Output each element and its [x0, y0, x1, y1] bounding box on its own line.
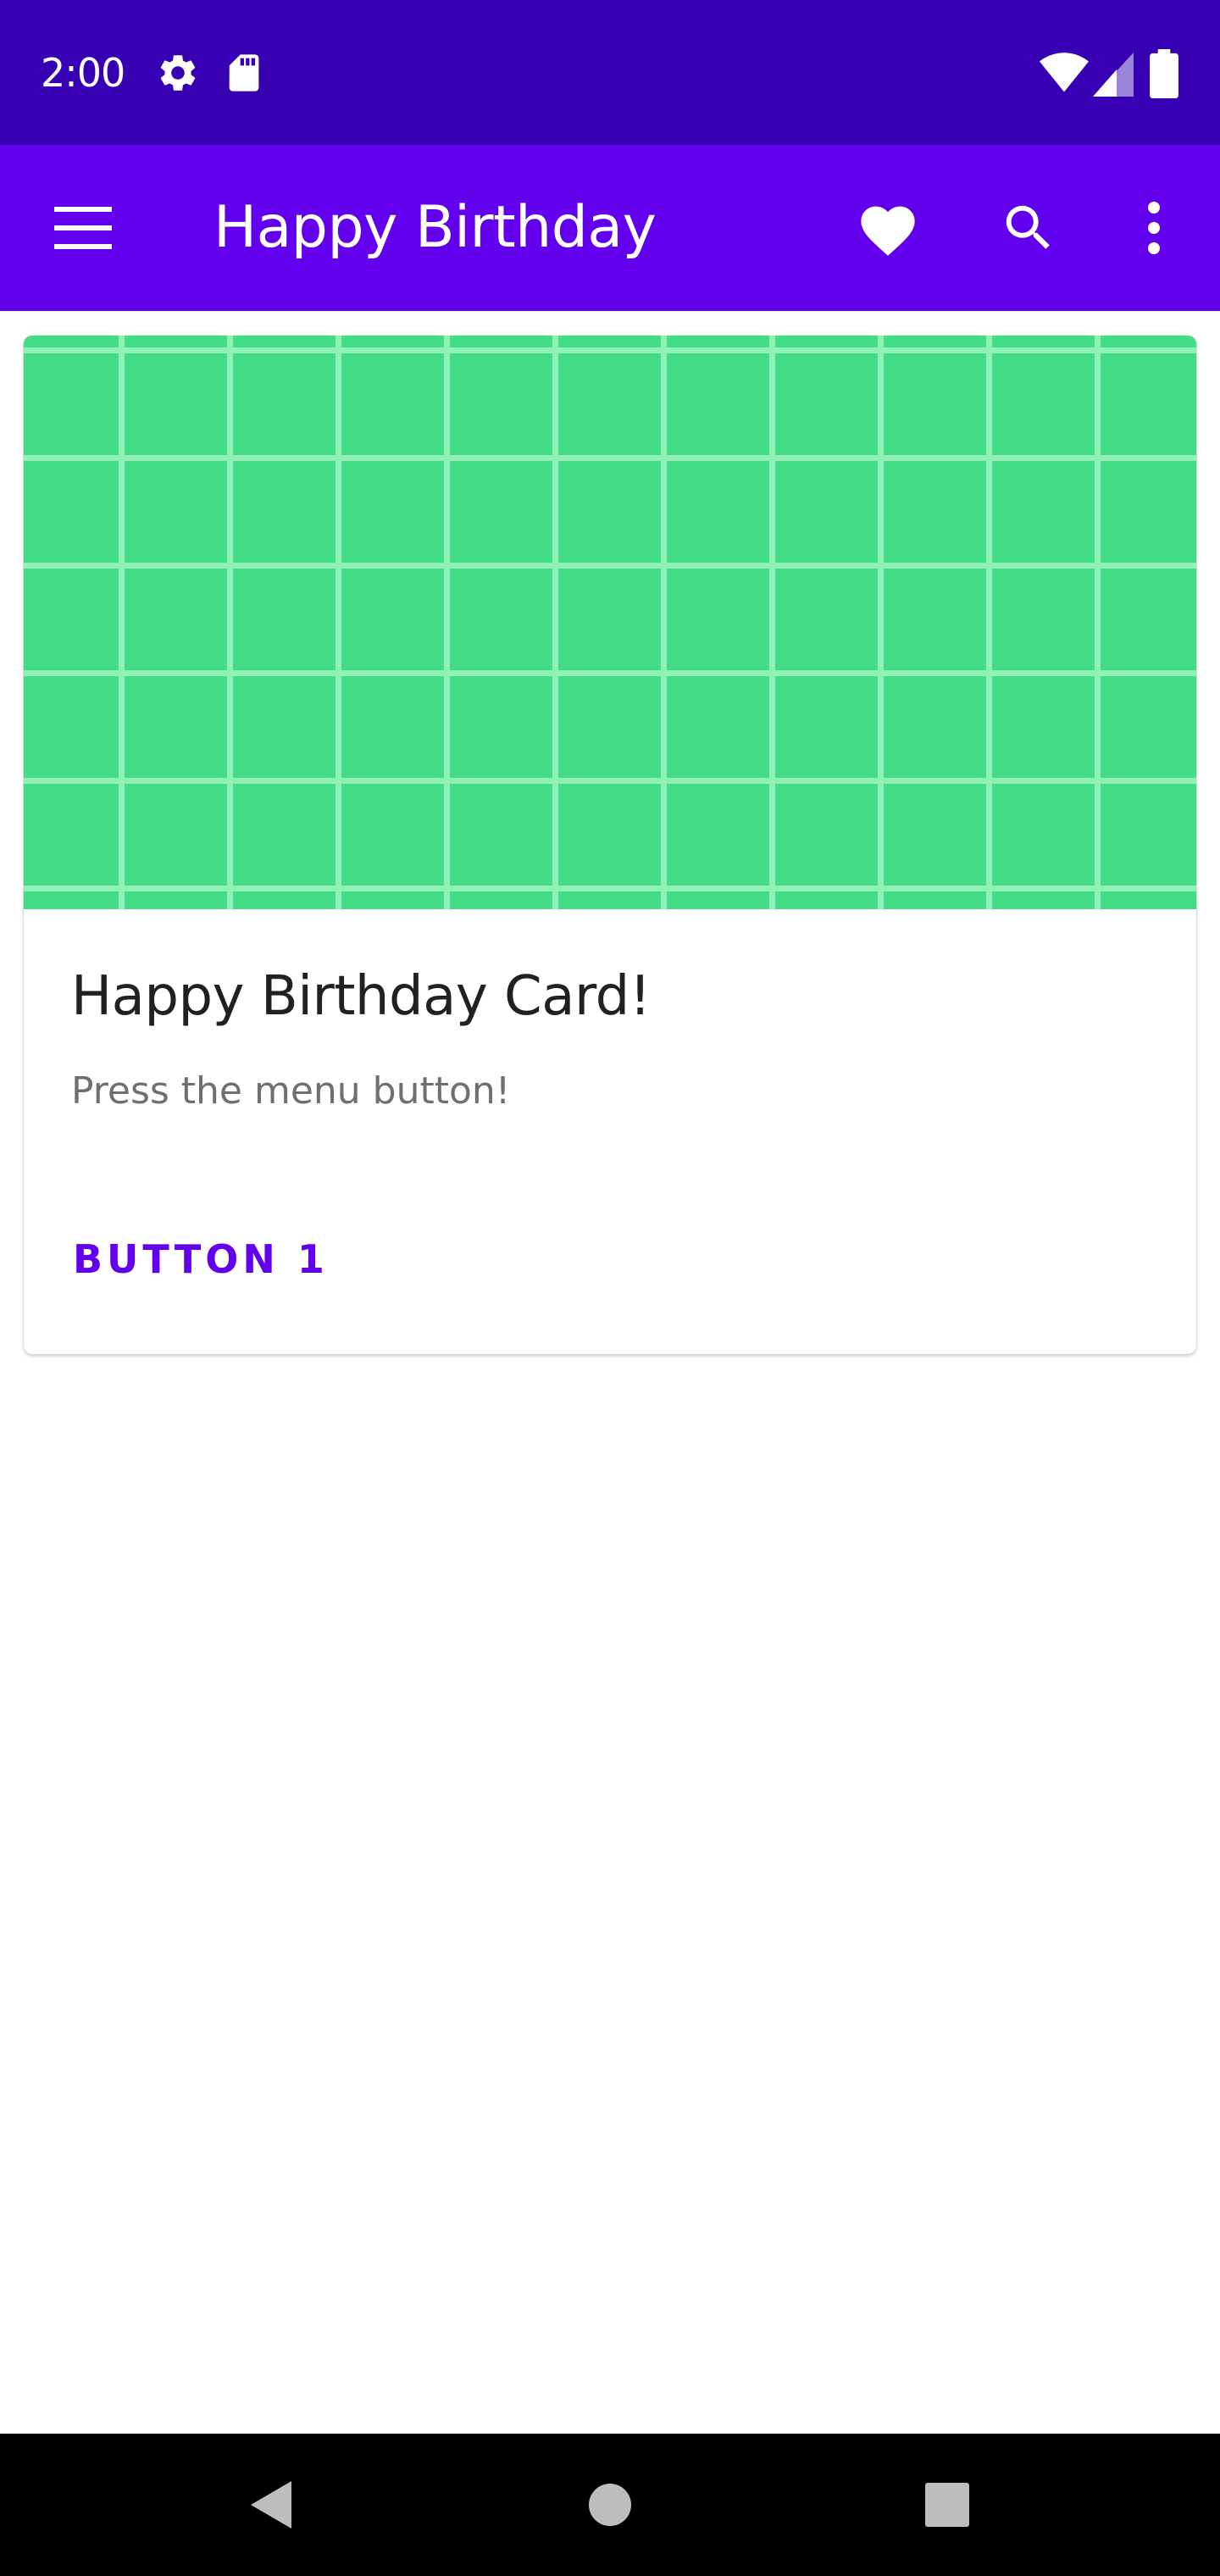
status-bar: 2:00 [0, 0, 1220, 145]
menu-button[interactable] [41, 186, 125, 270]
recents-icon [924, 2482, 970, 2528]
heart-icon [856, 198, 920, 258]
app-bar: Happy Birthday [0, 145, 1220, 311]
home-icon [587, 2482, 633, 2528]
favorite-button[interactable] [846, 186, 930, 270]
status-time: 2:00 [41, 50, 125, 96]
search-icon [999, 198, 1058, 258]
card-media-grid-image [24, 336, 1196, 909]
home-button[interactable] [568, 2462, 652, 2547]
search-button[interactable] [986, 186, 1071, 270]
card-subtitle: Press the menu button! [71, 1069, 511, 1113]
wifi-icon [1039, 47, 1090, 98]
system-navigation-bar [0, 2434, 1220, 2576]
recents-button[interactable] [905, 2462, 990, 2547]
more-vert-icon [1145, 201, 1162, 255]
gear-icon [156, 51, 200, 95]
app-title: Happy Birthday [214, 194, 657, 261]
overflow-menu-button[interactable] [1112, 186, 1196, 270]
back-button[interactable] [229, 2462, 313, 2547]
cell-signal-icon [1093, 49, 1134, 97]
sd-card-icon [222, 51, 266, 95]
birthday-card: Happy Birthday Card! Press the menu butt… [24, 336, 1196, 1354]
back-icon [247, 2479, 295, 2530]
menu-icon [54, 207, 112, 249]
card-button-1[interactable]: BUTTON 1 [49, 1213, 352, 1305]
card-title: Happy Birthday Card! [71, 965, 651, 1028]
battery-icon [1149, 49, 1179, 98]
